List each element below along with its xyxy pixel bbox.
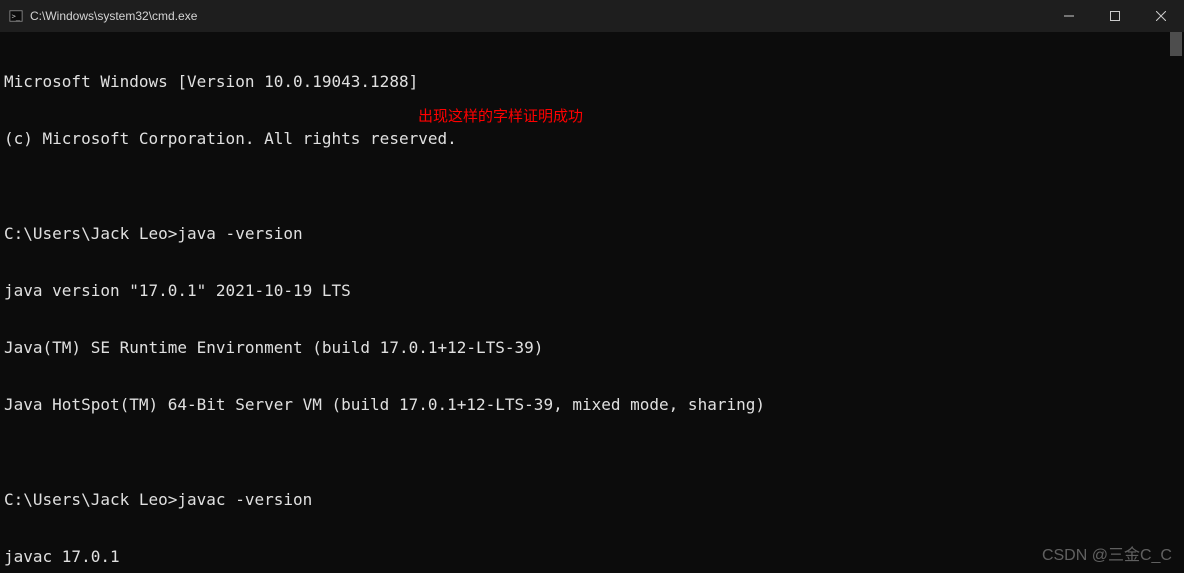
terminal-line: Microsoft Windows [Version 10.0.19043.12…	[4, 72, 1180, 91]
scrollbar-thumb[interactable]	[1170, 32, 1182, 56]
terminal-output[interactable]: Microsoft Windows [Version 10.0.19043.12…	[0, 32, 1184, 573]
window-controls	[1046, 0, 1184, 32]
window-title: C:\Windows\system32\cmd.exe	[30, 9, 1046, 23]
maximize-button[interactable]	[1092, 0, 1138, 32]
terminal-line: Java HotSpot(TM) 64-Bit Server VM (build…	[4, 395, 1180, 414]
terminal-line: Java(TM) SE Runtime Environment (build 1…	[4, 338, 1180, 357]
terminal-line: javac 17.0.1	[4, 547, 1180, 566]
window-titlebar: >_ C:\Windows\system32\cmd.exe	[0, 0, 1184, 32]
terminal-line: java version "17.0.1" 2021-10-19 LTS	[4, 281, 1180, 300]
terminal-line: (c) Microsoft Corporation. All rights re…	[4, 129, 1180, 148]
terminal-line: C:\Users\Jack Leo>javac -version	[4, 490, 1180, 509]
cmd-icon: >_	[8, 8, 24, 24]
scrollbar[interactable]	[1168, 32, 1184, 573]
annotation-text: 出现这样的字样证明成功	[418, 107, 583, 126]
terminal-line: C:\Users\Jack Leo>java -version	[4, 224, 1180, 243]
close-button[interactable]	[1138, 0, 1184, 32]
svg-text:>_: >_	[12, 13, 21, 21]
minimize-button[interactable]	[1046, 0, 1092, 32]
